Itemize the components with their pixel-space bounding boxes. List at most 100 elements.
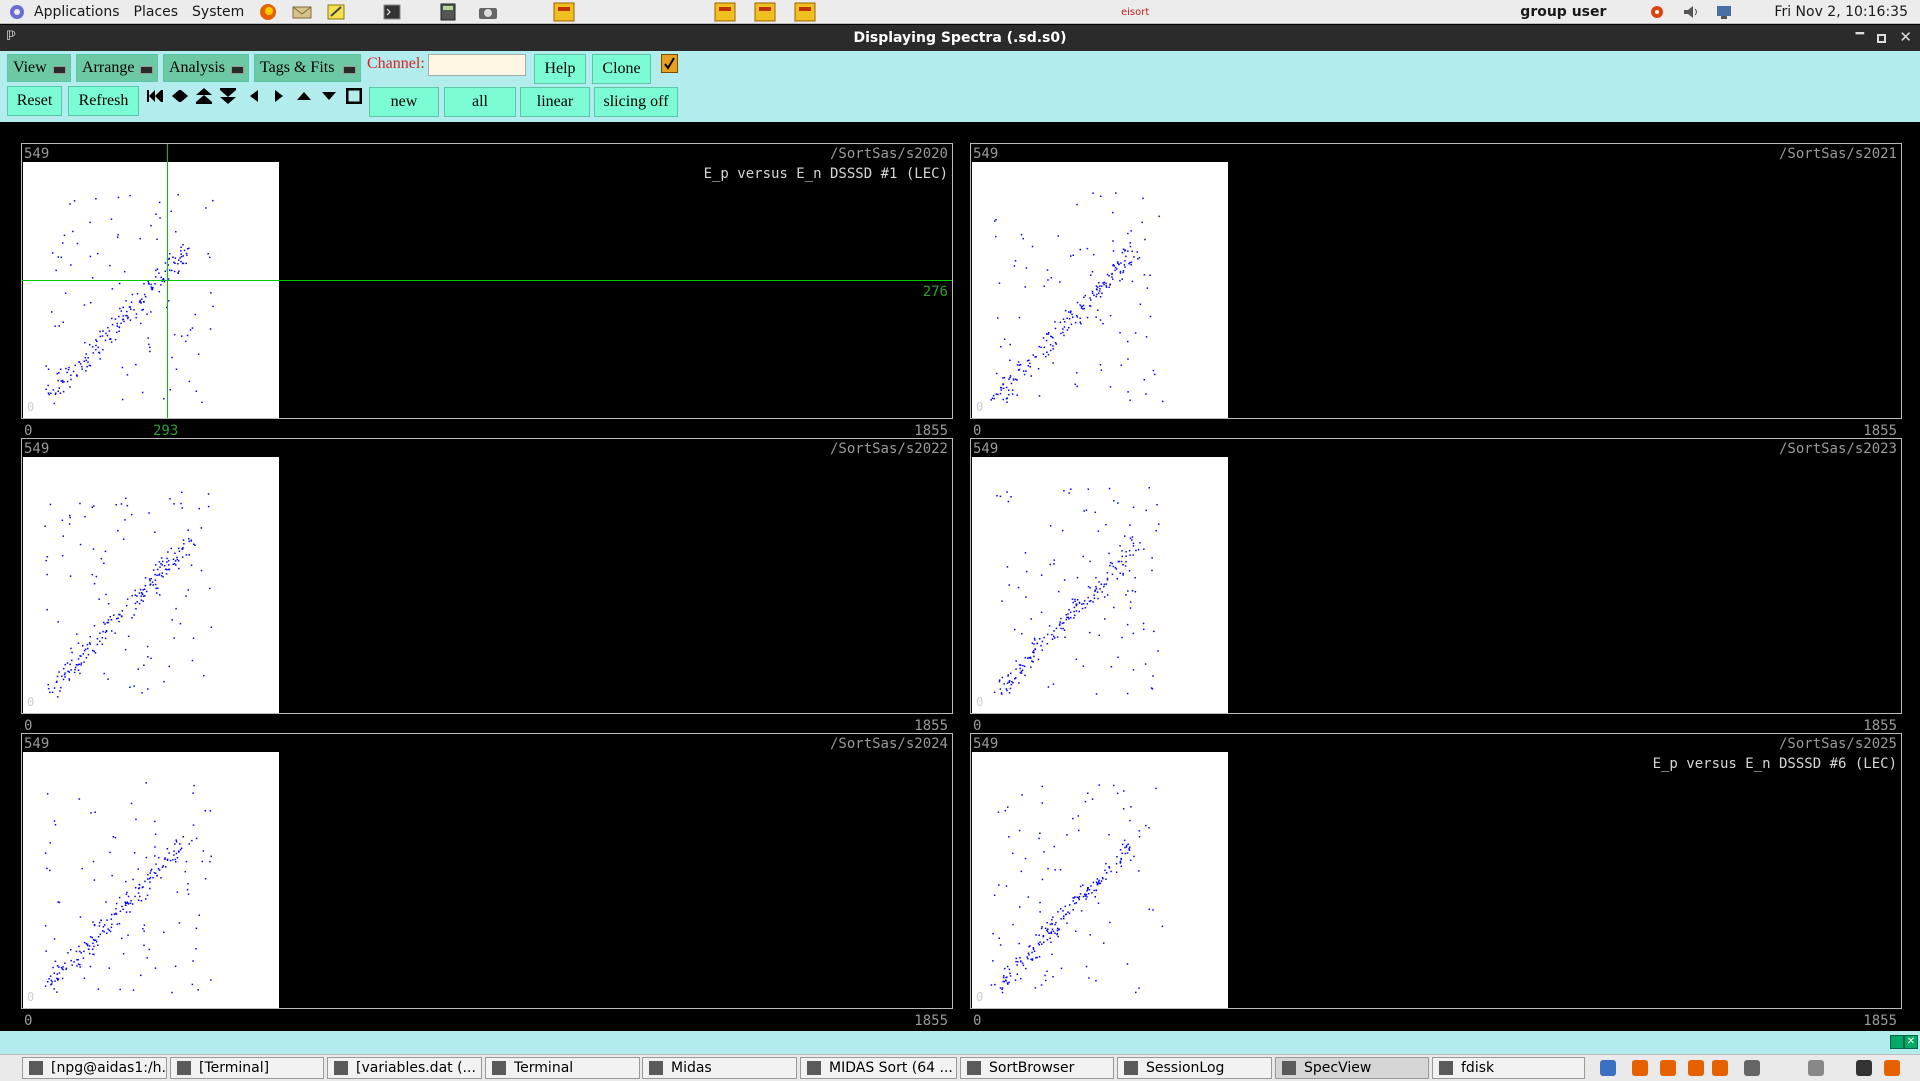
data-point — [1082, 884, 1084, 886]
expand-up-icon[interactable] — [194, 86, 214, 106]
data-point — [1012, 389, 1014, 391]
spectrum-panel[interactable]: 549 0/SortSas/s2024 0 1855 — [21, 733, 953, 1029]
data-point — [1109, 921, 1111, 924]
menu-system[interactable]: System — [192, 4, 244, 20]
mail-launcher-icon[interactable] — [291, 3, 313, 21]
data-point — [1139, 303, 1142, 305]
spectrum-plot-area[interactable] — [23, 162, 279, 418]
firefox-launcher-icon[interactable] — [257, 3, 279, 21]
taskbar-item[interactable]: SortBrowser — [960, 1057, 1114, 1079]
firefox-window-icon[interactable] — [1712, 1060, 1728, 1076]
workspace-switcher-icon[interactable] — [1808, 1060, 1824, 1076]
taskbar-item[interactable]: SessionLog — [1117, 1057, 1272, 1079]
arrange-menu-button[interactable]: Arrange — [76, 54, 158, 82]
data-point — [1036, 956, 1038, 959]
next-right-icon[interactable] — [269, 86, 289, 106]
data-point — [1059, 321, 1062, 324]
data-point — [1082, 304, 1085, 307]
data-point — [117, 196, 120, 199]
stop-square-icon[interactable] — [344, 86, 364, 106]
spectrum-plot-area[interactable] — [972, 162, 1228, 418]
scroll-down-icon[interactable] — [319, 86, 339, 106]
taskbar-item[interactable]: fdisk — [1432, 1057, 1585, 1079]
analysis-menu-button[interactable]: Analysis — [163, 54, 249, 82]
help-button[interactable]: Help — [534, 54, 586, 84]
first-spectrum-icon[interactable] — [145, 86, 165, 106]
data-point — [1047, 353, 1050, 356]
minimize-button[interactable]: ━ — [1856, 26, 1864, 42]
data-point — [1048, 332, 1050, 334]
window-icon — [649, 1061, 663, 1075]
midas-sort-launcher-icon[interactable] — [714, 2, 736, 21]
data-point — [1001, 676, 1004, 679]
data-point — [74, 668, 76, 671]
volume-icon[interactable] — [1680, 3, 1702, 21]
workspace-2-icon[interactable] — [1660, 1060, 1676, 1076]
network-icon[interactable] — [1714, 3, 1736, 21]
y-min-label: 0 — [976, 695, 984, 709]
all-button[interactable]: all — [444, 87, 516, 117]
taskbar-item[interactable]: Midas — [642, 1057, 797, 1079]
expand-down-icon[interactable] — [218, 86, 238, 106]
applications-logo-icon[interactable] — [6, 3, 28, 21]
close-button[interactable]: ✕ — [1899, 28, 1912, 46]
data-point — [160, 276, 162, 279]
terminal-launcher-icon[interactable] — [381, 3, 403, 21]
taskbar-item[interactable]: [npg@aidas1:/h... — [22, 1057, 167, 1079]
refresh-button[interactable]: Refresh — [68, 86, 139, 116]
new-button[interactable]: new — [369, 87, 439, 117]
data-point — [1141, 221, 1143, 224]
restore-icon[interactable] — [1890, 1035, 1904, 1049]
data-point — [144, 880, 146, 883]
data-point — [1005, 386, 1008, 389]
taskbar-item[interactable]: MIDAS Sort (64 ... — [800, 1057, 957, 1079]
clone-button[interactable]: Clone — [592, 54, 651, 84]
firefox-tray-icon[interactable] — [1884, 1060, 1900, 1076]
panel-clock[interactable]: Fri Nov 2, 10:16:35 — [1774, 4, 1908, 20]
taskbar-item[interactable]: Terminal — [485, 1057, 640, 1079]
spectrum-plot-area[interactable] — [23, 457, 279, 713]
tags-fits-menu-button[interactable]: Tags & Fits — [254, 54, 361, 82]
linear-button[interactable]: linear — [520, 87, 590, 117]
menu-places[interactable]: Places — [134, 4, 179, 20]
reset-button[interactable]: Reset — [7, 86, 62, 116]
window-menu-icon[interactable]: ℙ — [6, 29, 22, 47]
data-point — [176, 891, 179, 893]
taskbar-item[interactable]: SpecView — [1275, 1057, 1429, 1079]
spectrum-panel[interactable]: 549 0/SortSas/s2021 0 1855 — [970, 143, 1902, 439]
auto-update-checkbox[interactable] — [661, 54, 678, 73]
spectrum-plot-area[interactable] — [23, 752, 279, 1008]
spectrum-panel[interactable]: 549 0/SortSas/s2022 0 1855 — [21, 438, 953, 734]
screenshot-launcher-icon[interactable] — [477, 3, 499, 21]
window-titlebar[interactable]: ℙ Displaying Spectra (.sd.s0) ━ ✕ — [0, 25, 1920, 51]
session-log-launcher-icon[interactable] — [794, 2, 816, 21]
previous-left-icon[interactable] — [244, 86, 264, 106]
spectrum-plot-area[interactable] — [972, 752, 1228, 1008]
spectrum-panel[interactable]: 549 0/SortSas/s2025 E_p versus E_n DSSSD #… — [970, 733, 1902, 1029]
window-list-icon[interactable] — [1744, 1060, 1760, 1076]
calculator-launcher-icon[interactable] — [437, 3, 459, 21]
eissort-logo-icon[interactable]: eisort — [1120, 3, 1154, 21]
spectrum-plot-area[interactable] — [972, 457, 1228, 713]
taskbar-item-label: SpecView — [1304, 1060, 1372, 1076]
spectrum-panel[interactable]: 549 0/SortSas/s2023 0 1855 — [970, 438, 1902, 734]
show-desktop-icon[interactable] — [1600, 1060, 1616, 1076]
spectrum-panel[interactable]: 549 0/SortSas/s2020 E_p versus E_n DSSSD #… — [21, 143, 953, 439]
text-editor-launcher-icon[interactable] — [325, 3, 347, 21]
slicing-button[interactable]: slicing off — [594, 87, 678, 117]
workspace-1-icon[interactable] — [1632, 1060, 1648, 1076]
sort-browser-launcher-icon[interactable] — [754, 2, 776, 21]
midas-launcher-icon[interactable] — [553, 2, 575, 21]
workspace-3-icon[interactable] — [1688, 1060, 1704, 1076]
expand-horizontal-icon[interactable] — [170, 86, 190, 106]
view-menu-button[interactable]: View — [7, 54, 71, 82]
close-small-icon[interactable]: ✕ — [1904, 1035, 1918, 1049]
channel-input[interactable] — [428, 54, 526, 76]
menu-applications[interactable]: Applications — [34, 4, 120, 20]
maximize-button[interactable] — [1877, 34, 1886, 43]
taskbar-item[interactable]: [variables.dat (... — [327, 1057, 482, 1079]
update-notifier-icon[interactable] — [1646, 3, 1668, 21]
specview-tray-icon[interactable] — [1856, 1060, 1872, 1076]
scroll-up-icon[interactable] — [294, 86, 314, 106]
taskbar-item[interactable]: [Terminal] — [170, 1057, 324, 1079]
